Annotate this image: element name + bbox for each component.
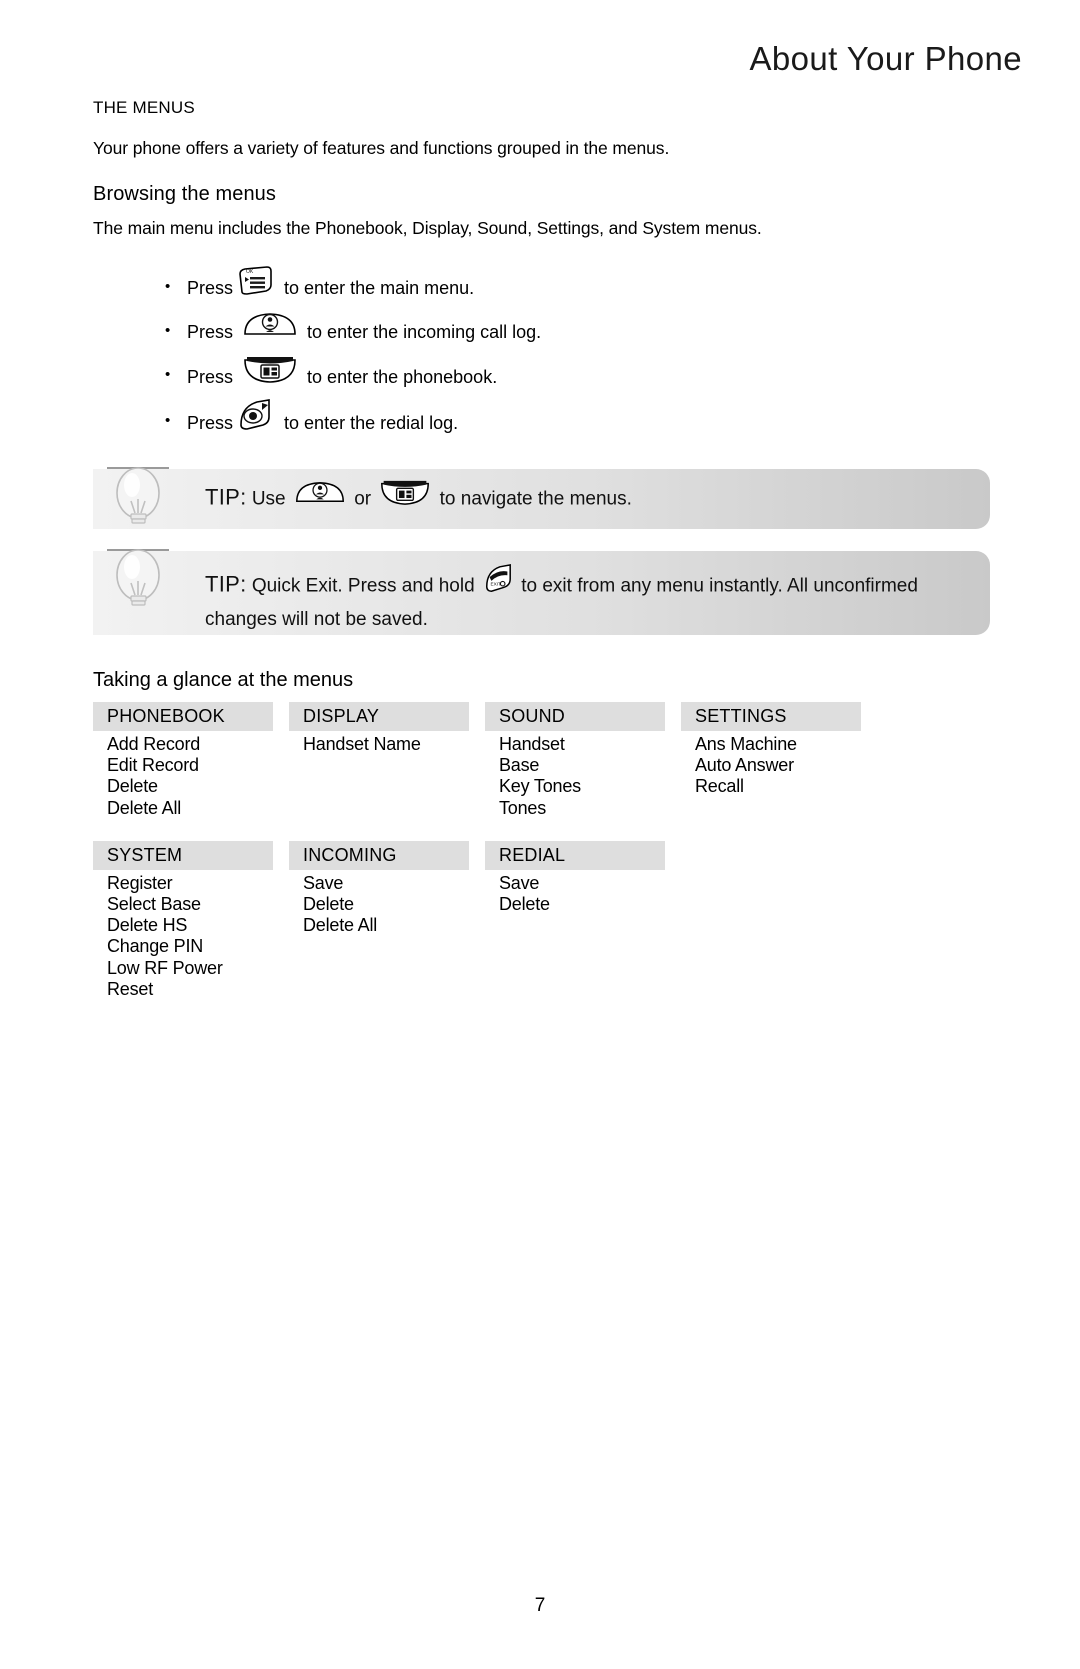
menu-item: Save: [499, 872, 540, 893]
menu-item-list: Save Delete: [485, 873, 681, 915]
list-item: Press to enter the redial log.: [165, 399, 990, 447]
menu-header-display: DISPLAY: [289, 702, 469, 731]
menu-item: Auto Answer: [695, 755, 794, 776]
svg-text:OK: OK: [246, 269, 254, 275]
bullet-text-suffix: to enter the phonebook.: [307, 366, 498, 387]
section-label: THE MENUS: [93, 98, 195, 117]
intro-paragraph: Your phone offers a variety of features …: [93, 138, 670, 158]
menu-item: Ans Machine: [695, 734, 797, 754]
menu-column-phonebook: PHONEBOOK Add Record Edit Record Delete …: [93, 702, 289, 819]
menu-header-system: SYSTEM: [93, 840, 273, 870]
tip-text: TIP: Use or to navigate the menus.: [205, 480, 632, 519]
menu-item: Handset Name: [303, 734, 421, 754]
menu-header-redial: REDIAL: [485, 840, 665, 870]
up-arrow-incoming-call-key-icon: [294, 481, 346, 511]
menu-column-incoming: INCOMING Save Delete Delete All: [289, 840, 485, 1000]
menu-item: Select Base: [107, 894, 201, 915]
list-item: Press to enter the incoming call log.: [165, 311, 990, 355]
menu-key-icon: OK: [237, 265, 275, 309]
glance-heading: Taking a glance at the menus: [93, 669, 354, 691]
menu-item: Delete: [303, 894, 354, 915]
menu-item-list: Ans Machine Auto Answer Recall: [681, 734, 877, 798]
bullet-text-suffix: to enter the incoming call log.: [307, 321, 542, 342]
menu-column-settings: SETTINGS Ans Machine Auto Answer Recall: [681, 702, 877, 819]
lightbulb-icon: [105, 523, 175, 611]
tip-text: TIP: Quick Exit. Press and hold EXIT to …: [205, 564, 990, 634]
menu-header-phonebook: PHONEBOOK: [93, 702, 273, 731]
subheading-browsing-the-menus: Browsing the menus: [93, 183, 277, 205]
menu-item: Delete All: [303, 915, 378, 936]
down-arrow-phonebook-key-icon: [242, 353, 298, 399]
menu-item: Delete: [499, 894, 550, 915]
menu-item: Reset: [107, 978, 154, 999]
svg-text:EXIT: EXIT: [490, 582, 501, 587]
redial-key-icon: [237, 399, 275, 445]
bullet-text-prefix: Press: [187, 412, 234, 433]
menu-item: Handset: [499, 734, 565, 754]
tip-box-navigate: TIP: Use or to navigate the menus.: [93, 467, 990, 529]
menu-item: Delete: [107, 776, 158, 797]
menu-column-system: SYSTEM Register Select Base Delete HS Ch…: [93, 840, 289, 1000]
up-arrow-incoming-call-key-icon: [242, 309, 298, 353]
menu-item-list: Handset Name: [289, 734, 485, 755]
down-arrow-phonebook-key-icon: [379, 480, 431, 512]
menu-item: Delete All: [107, 797, 182, 818]
menu-item: Base: [499, 755, 540, 776]
tip-text-after: to navigate the menus.: [439, 488, 632, 510]
page-title: About Your Phone: [749, 40, 1022, 77]
bullet-text-prefix: Press: [187, 366, 234, 387]
menu-column-sound: SOUND Handset Base Key Tones Tones: [485, 702, 681, 819]
menu-item: Save: [303, 872, 344, 893]
key-instructions-list: Press OK to enter the main menu. Press to…: [93, 265, 990, 447]
list-item: Press OK to enter the main menu.: [165, 265, 990, 311]
lightbulb-icon: [105, 441, 175, 529]
tip-text-before: Use: [251, 488, 286, 510]
menu-table-row-two: SYSTEM Register Select Base Delete HS Ch…: [93, 840, 990, 1000]
menu-item: Edit Record: [107, 755, 199, 776]
page-content: THE MENUS Your phone offers a variety of…: [93, 98, 990, 1022]
bullet-text-prefix: Press: [187, 277, 234, 298]
tip-box-quick-exit: TIP: Quick Exit. Press and hold EXIT to …: [93, 549, 990, 635]
menu-item: Add Record: [107, 734, 201, 754]
menu-item: Delete HS: [107, 915, 188, 936]
menu-item-list: Handset Base Key Tones Tones: [485, 734, 681, 819]
tip-text-middle: or: [354, 488, 372, 510]
menu-column-display: DISPLAY Handset Name: [289, 702, 485, 819]
tip-text-before: Quick Exit. Press and hold: [251, 575, 475, 597]
menu-column-empty: [681, 841, 877, 1000]
menu-table-row-one: PHONEBOOK Add Record Edit Record Delete …: [93, 702, 990, 819]
tip-label: TIP:: [205, 571, 247, 597]
browsing-paragraph: The main menu includes the Phonebook, Di…: [93, 218, 762, 238]
page-number: 7: [534, 1595, 546, 1616]
menu-item: Low RF Power: [107, 957, 223, 978]
menu-item: Key Tones: [499, 776, 581, 797]
bullet-text-prefix: Press: [187, 321, 234, 342]
menu-column-redial: REDIAL Save Delete: [485, 840, 681, 1000]
menu-item: Tones: [499, 797, 547, 818]
menu-item-list: Register Select Base Delete HS Change PI…: [93, 873, 289, 1000]
bullet-text-suffix: to enter the redial log.: [284, 412, 459, 433]
menu-header-incoming: INCOMING: [289, 840, 469, 870]
bullet-text-suffix: to enter the main menu.: [284, 277, 475, 298]
menu-item: Register: [107, 872, 173, 893]
menu-item: Recall: [695, 776, 744, 797]
exit-key-icon: EXIT: [483, 564, 513, 599]
document-page: About Your Phone THE MENUS Your phone of…: [0, 0, 1080, 1669]
menu-item-list: Add Record Edit Record Delete Delete All: [93, 734, 289, 819]
menu-header-settings: SETTINGS: [681, 702, 861, 731]
tip-label: TIP:: [205, 484, 247, 510]
menu-item-list: Save Delete Delete All: [289, 873, 485, 937]
menu-item: Change PIN: [107, 936, 204, 957]
menu-header-sound: SOUND: [485, 702, 665, 731]
list-item: Press to enter the phonebook.: [165, 355, 990, 401]
